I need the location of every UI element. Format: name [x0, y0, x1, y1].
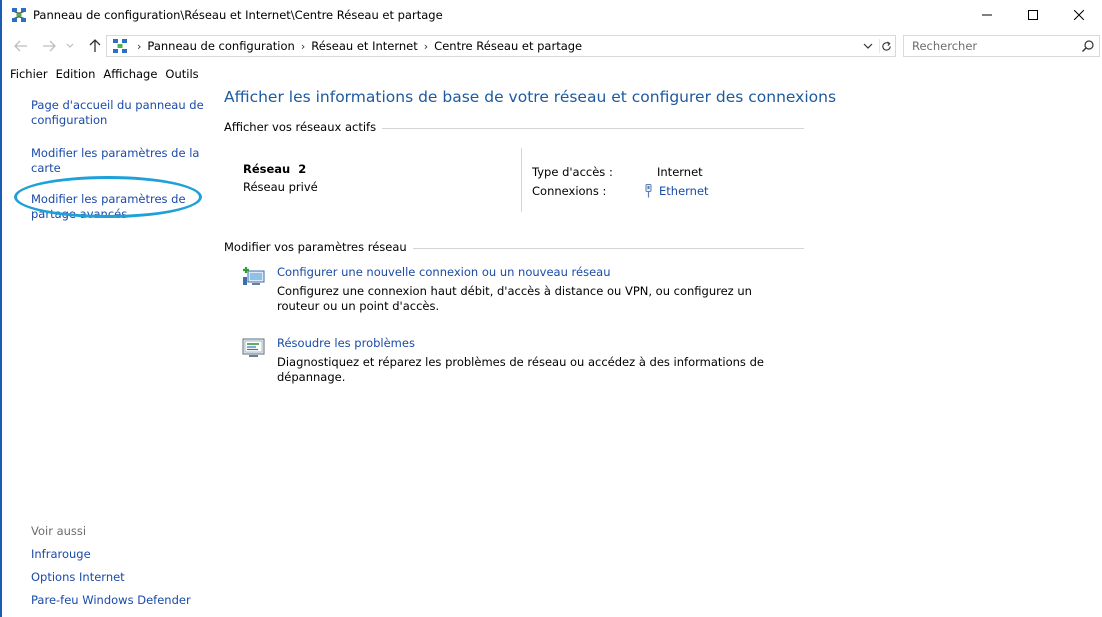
new-connection-description: Configurez une connexion haut débit, d'a…: [277, 284, 752, 313]
network-details: Type d'accès : Internet Connexions : Eth…: [532, 162, 709, 200]
minimize-button[interactable]: [964, 0, 1010, 30]
arrow-right-icon: [43, 40, 56, 52]
maximize-button[interactable]: [1010, 0, 1056, 30]
breadcrumb-network-center[interactable]: Centre Réseau et partage: [434, 39, 582, 53]
access-type-label: Type d'accès :: [532, 164, 613, 179]
troubleshoot-link[interactable]: Résoudre les problèmes: [277, 336, 415, 351]
change-settings-heading: Modifier vos paramètres réseau: [224, 240, 407, 254]
arrow-up-icon: [89, 39, 101, 52]
see-also-internet-options-link[interactable]: Options Internet: [31, 570, 211, 585]
active-networks-header: Afficher vos réseaux actifs: [224, 120, 804, 134]
section-divider: [412, 247, 804, 249]
chevron-down-icon: [66, 43, 74, 48]
arrow-left-icon: [14, 40, 27, 52]
breadcrumb-network-internet[interactable]: Réseau et Internet: [311, 39, 418, 53]
access-type-row: Type d'accès : Internet: [532, 162, 709, 181]
address-dropdown-button[interactable]: [861, 39, 875, 53]
search-input[interactable]: [904, 36, 1074, 56]
see-also-firewall-link[interactable]: Pare-feu Windows Defender: [31, 593, 211, 608]
refresh-icon: [882, 40, 891, 51]
see-also-section: Voir aussi Infrarouge Options Internet P…: [31, 524, 211, 616]
window-controls: [964, 0, 1102, 30]
see-also-heading: Voir aussi: [31, 524, 87, 538]
connections-label: Connexions :: [532, 183, 607, 198]
control-panel-home-link[interactable]: Page d'accueil du panneau de configurati…: [31, 98, 211, 128]
network-identity: Réseau 2 Réseau privé: [243, 162, 318, 194]
task-pane: Page d'accueil du panneau de configurati…: [31, 98, 211, 240]
window-border: [0, 0, 2, 617]
menu-edit[interactable]: Edition: [53, 67, 101, 81]
change-advanced-sharing-link[interactable]: Modifier les paramètres de partage avanc…: [31, 192, 211, 222]
menu-view[interactable]: Affichage: [100, 67, 162, 81]
section-divider: [382, 127, 804, 129]
troubleshoot-description: Diagnostiquez et réparez les problèmes d…: [277, 355, 764, 384]
minimize-icon: [982, 14, 992, 16]
menu-tools[interactable]: Outils: [162, 67, 203, 81]
ethernet-icon: [645, 183, 652, 197]
page-title: Afficher les informations de base de vot…: [224, 88, 837, 106]
breadcrumb-control-panel[interactable]: Panneau de configuration: [147, 39, 294, 53]
ethernet-connection-link[interactable]: Ethernet: [659, 184, 709, 198]
breadcrumb-separator-icon[interactable]: ›: [295, 40, 311, 53]
access-type-value: Internet: [657, 164, 703, 179]
maximize-icon: [1028, 10, 1038, 20]
network-center-icon: [112, 38, 128, 54]
close-button[interactable]: [1056, 0, 1102, 30]
window-title: Panneau de configuration\Réseau et Inter…: [33, 8, 443, 22]
new-connection-link[interactable]: Configurer une nouvelle connexion ou un …: [277, 265, 610, 280]
address-bar[interactable]: › Panneau de configuration › Réseau et I…: [106, 35, 896, 57]
close-icon: [1074, 10, 1084, 20]
title-bar: Panneau de configuration\Réseau et Inter…: [2, 0, 1102, 30]
navigation-bar: › Panneau de configuration › Réseau et I…: [2, 32, 1102, 60]
new-connection-task: Configurer une nouvelle connexion ou un …: [224, 265, 804, 314]
troubleshoot-task: Résoudre les problèmes Diagnostiquez et …: [224, 336, 804, 385]
menu-file[interactable]: Fichier: [2, 67, 53, 81]
main-content: Afficher les informations de base de vot…: [224, 88, 837, 385]
breadcrumb-separator-icon[interactable]: ›: [131, 40, 147, 53]
troubleshoot-icon: [242, 338, 265, 357]
refresh-button[interactable]: [879, 39, 893, 53]
back-button[interactable]: [12, 37, 30, 55]
chevron-down-icon: [863, 43, 873, 49]
network-name: Réseau 2: [243, 162, 307, 176]
network-center-icon: [11, 7, 27, 23]
network-divider: [521, 148, 522, 212]
change-settings-section: Modifier vos paramètres réseau Configure…: [224, 240, 804, 385]
breadcrumb-separator-icon[interactable]: ›: [418, 40, 434, 53]
up-button[interactable]: [86, 37, 104, 55]
connections-value: Ethernet: [645, 183, 709, 198]
active-network-panel: Réseau 2 Réseau privé Type d'accès : Int…: [224, 134, 804, 224]
active-networks-heading: Afficher vos réseaux actifs: [224, 120, 377, 134]
search-box: [903, 35, 1100, 57]
menu-bar: Fichier Edition Affichage Outils: [2, 64, 204, 84]
see-also-infrared-link[interactable]: Infrarouge: [31, 547, 211, 562]
recent-locations-button[interactable]: [64, 37, 76, 55]
search-icon[interactable]: [1081, 39, 1095, 53]
connections-row: Connexions : Ethernet: [532, 181, 709, 200]
change-settings-header: Modifier vos paramètres réseau: [224, 240, 804, 254]
forward-button[interactable]: [40, 37, 58, 55]
network-type: Réseau privé: [243, 180, 318, 194]
change-adapter-settings-link[interactable]: Modifier les paramètres de la carte: [31, 146, 211, 176]
new-connection-icon: [243, 267, 265, 285]
